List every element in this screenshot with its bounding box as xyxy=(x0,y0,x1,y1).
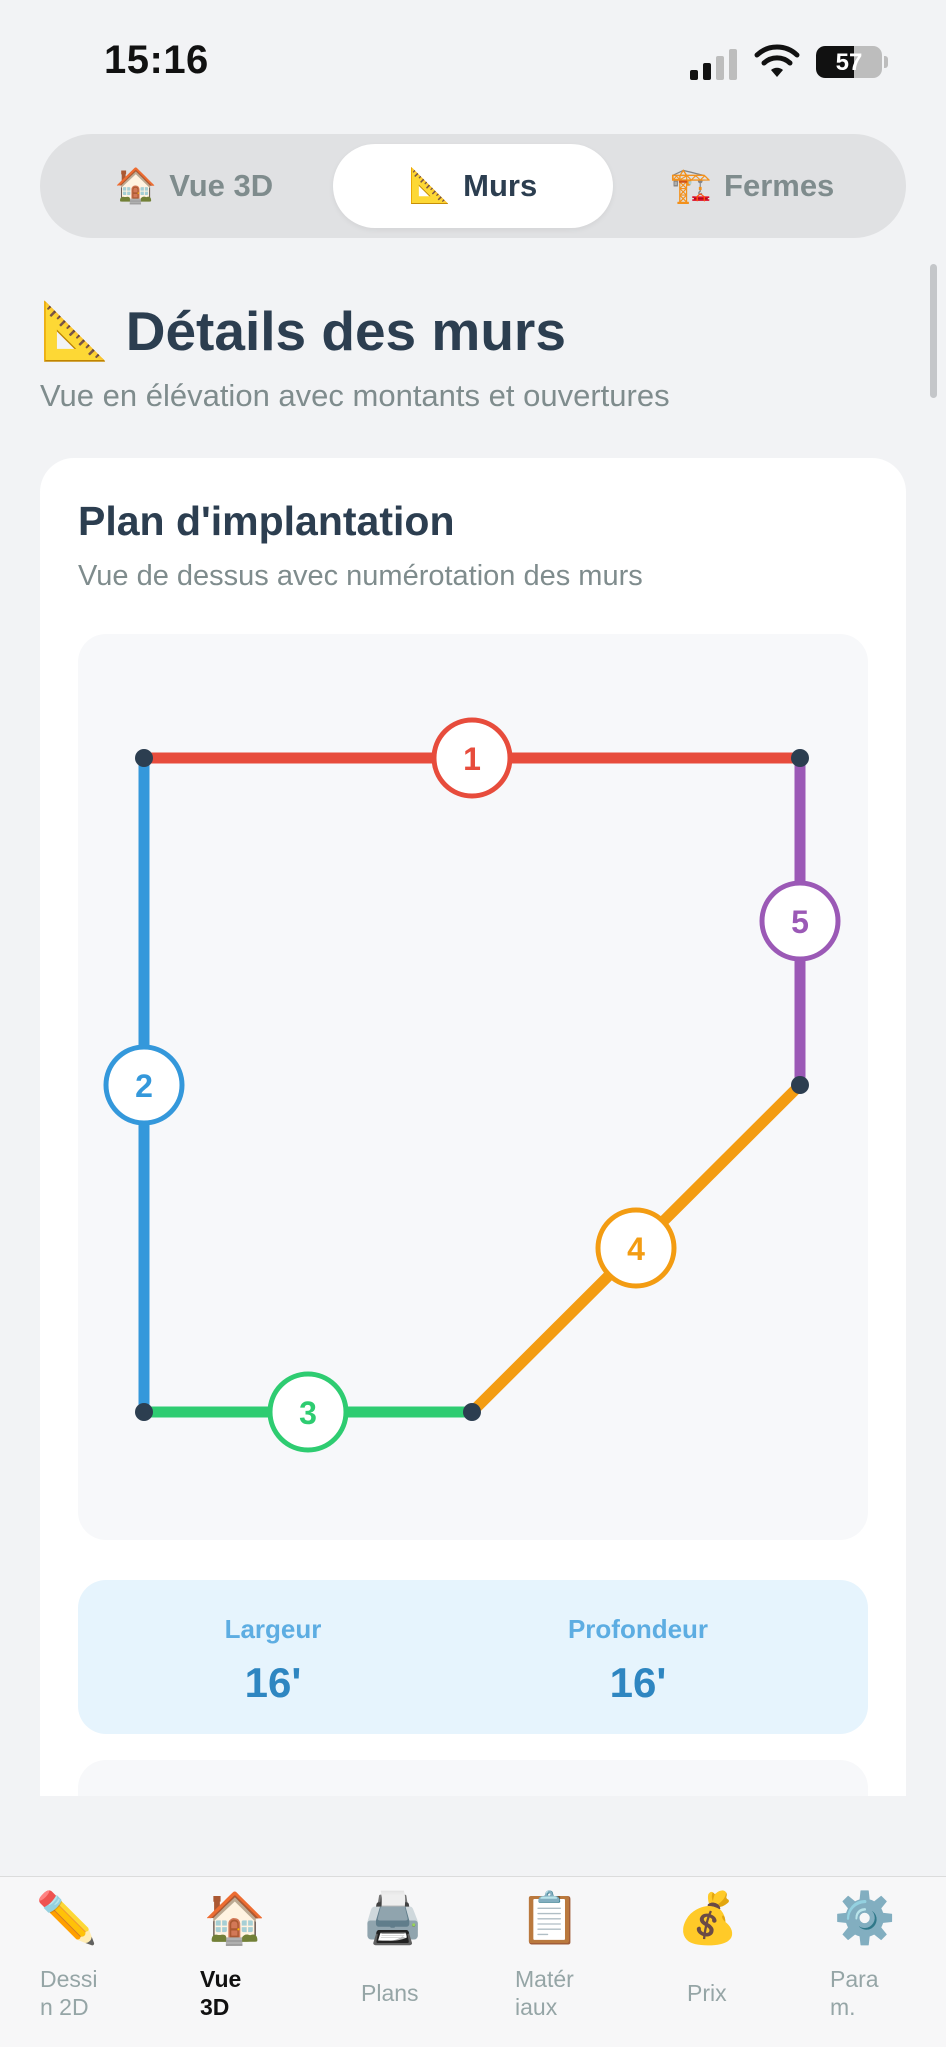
pencil-icon: ✏️ xyxy=(35,1890,99,1946)
wall-2-badge[interactable]: 2 xyxy=(103,1044,185,1126)
plan-card: Plan d'implantation Vue de dessus avec n… xyxy=(40,458,906,1796)
width-label: Largeur xyxy=(224,1614,322,1644)
page-subtitle: Vue en élévation avec montants et ouvert… xyxy=(40,378,670,413)
tab-plans[interactable]: 🖨️ Plans xyxy=(328,1883,458,2023)
tab-dessin-2d[interactable]: ✏️ Dessi n 2D xyxy=(12,1883,142,2023)
wall-5-badge[interactable]: 5 xyxy=(759,880,841,962)
tab-label: Vue 3D xyxy=(200,1966,242,2020)
bottom-tab-bar: ✏️ Dessi n 2D 🏠 Vue 3D 🖨️ Plans 📋 Matér … xyxy=(0,1876,946,2047)
dimensions-panel: Largeur 16' Profondeur 16' xyxy=(78,1580,868,1734)
cellular-signal-icon xyxy=(690,48,740,80)
status-bar: 15:16 57 xyxy=(0,0,946,120)
house-icon: 🏠 xyxy=(203,1890,267,1946)
tab-vue-3d[interactable]: 🏠 Vue 3D xyxy=(170,1883,300,2023)
wall-number: 3 xyxy=(299,1395,317,1431)
corner-point xyxy=(463,1403,481,1421)
tab-label: Plans xyxy=(361,1980,419,2006)
triangle-ruler-icon: 📐 xyxy=(408,167,452,205)
segment-label: Vue 3D xyxy=(169,168,274,203)
page-title: 📐 Détails des murs xyxy=(40,298,566,364)
tab-materiaux[interactable]: 📋 Matér iaux xyxy=(485,1883,615,2023)
depth-dimension: Profondeur 16' xyxy=(508,1614,768,1707)
corner-point xyxy=(135,1403,153,1421)
battery-icon: 57 xyxy=(816,46,882,78)
corner-point xyxy=(791,1076,809,1094)
wall-4-badge[interactable]: 4 xyxy=(595,1207,677,1289)
battery-percent: 57 xyxy=(835,49,863,76)
page-title-text: Détails des murs xyxy=(125,300,566,362)
tab-parametres[interactable]: ⚙️ Para m. xyxy=(800,1883,930,2023)
card-title: Plan d'implantation xyxy=(78,498,455,544)
segment-fermes[interactable]: 🏗️ Fermes xyxy=(612,144,892,228)
view-segmented-control: 🏠 Vue 3D 📐 Murs 🏗️ Fermes xyxy=(40,134,906,238)
floor-plan: 1 2 3 4 5 xyxy=(78,634,868,1540)
clipboard-icon: 📋 xyxy=(518,1890,582,1946)
wall-3-badge[interactable]: 3 xyxy=(267,1371,349,1453)
segment-vue-3d[interactable]: 🏠 Vue 3D xyxy=(54,144,334,228)
depth-label: Profondeur xyxy=(567,1614,709,1644)
segment-label: Fermes xyxy=(724,168,835,203)
tab-label: Para m. xyxy=(830,1966,879,2020)
triangle-ruler-icon: 📐 xyxy=(40,299,110,362)
card-subtitle: Vue de dessus avec numérotation des murs xyxy=(78,560,643,592)
depth-value: 16' xyxy=(609,1659,667,1706)
segment-label: Murs xyxy=(463,168,538,203)
wall-number: 1 xyxy=(463,741,481,777)
next-section-card xyxy=(78,1760,868,1796)
construction-crane-icon: 🏗️ xyxy=(669,167,713,205)
width-dimension: Largeur 16' xyxy=(143,1614,403,1707)
corner-point xyxy=(791,749,809,767)
segment-murs[interactable]: 📐 Murs xyxy=(333,144,613,228)
scrollbar[interactable] xyxy=(930,264,937,398)
wall-number: 5 xyxy=(791,904,809,940)
house-icon: 🏠 xyxy=(114,167,158,205)
battery-tip xyxy=(884,56,888,68)
tab-label: Dessi n 2D xyxy=(40,1966,98,2020)
width-value: 16' xyxy=(244,1659,302,1706)
wall-1-badge[interactable]: 1 xyxy=(431,717,513,799)
tab-label: Matér iaux xyxy=(515,1966,574,2020)
gear-icon: ⚙️ xyxy=(833,1890,897,1946)
money-bag-icon: 💰 xyxy=(676,1890,740,1946)
wall-number: 2 xyxy=(135,1068,153,1104)
status-time: 15:16 xyxy=(104,38,209,82)
tab-prix[interactable]: 💰 Prix xyxy=(643,1883,773,2023)
corner-point xyxy=(135,749,153,767)
tab-label: Prix xyxy=(687,1980,727,2006)
floor-plan-diagram: 1 2 3 4 5 xyxy=(103,717,841,1453)
wall-number: 4 xyxy=(627,1231,645,1267)
printer-icon: 🖨️ xyxy=(361,1890,425,1946)
wifi-icon xyxy=(754,44,800,77)
